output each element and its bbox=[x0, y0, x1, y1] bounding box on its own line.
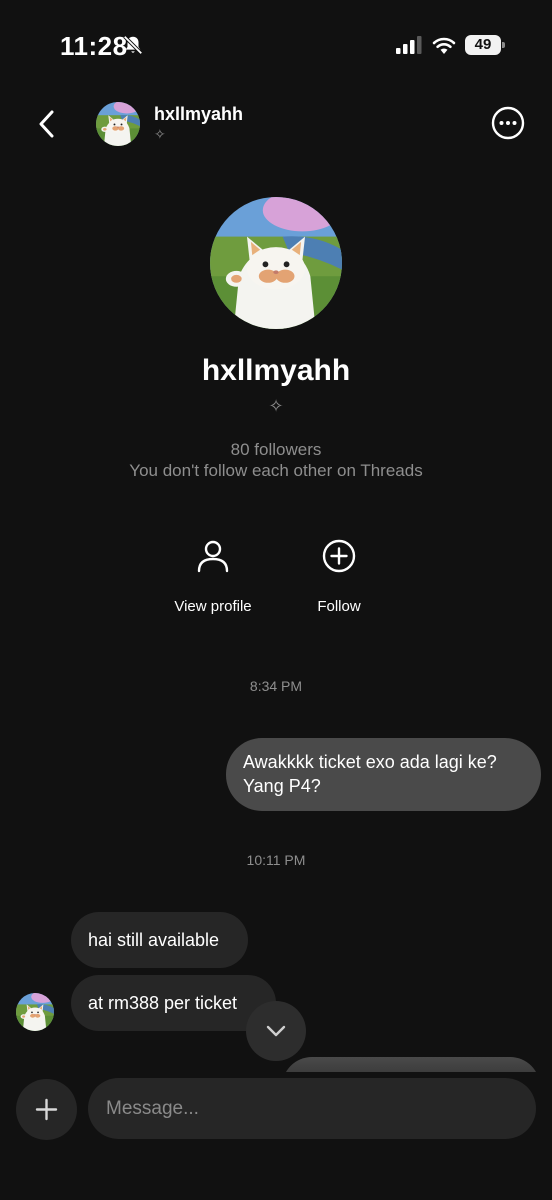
plus-circle-icon bbox=[322, 539, 356, 573]
message-timestamp: 10:11 PM bbox=[246, 852, 306, 868]
message-timestamp: 8:34 PM bbox=[249, 678, 303, 694]
header-avatar[interactable] bbox=[96, 102, 140, 146]
plus-icon bbox=[35, 1098, 58, 1121]
attach-button[interactable] bbox=[16, 1079, 77, 1140]
header-sparkle-icon: ✧ bbox=[154, 126, 166, 142]
followers-count: 80 followers bbox=[230, 440, 322, 459]
profile-sparkle-icon: ✧ bbox=[268, 396, 284, 416]
follow-button[interactable]: Follow bbox=[279, 538, 399, 615]
battery-level: 49 bbox=[465, 35, 501, 55]
header-username[interactable]: hxllmyahh bbox=[154, 104, 243, 125]
more-options-icon[interactable] bbox=[491, 106, 525, 140]
wifi-icon bbox=[432, 37, 456, 54]
person-icon bbox=[197, 540, 229, 573]
battery-icon: 49 bbox=[465, 35, 505, 55]
incoming-message[interactable]: at rm388 per ticket bbox=[71, 975, 276, 1031]
back-chevron-icon[interactable] bbox=[32, 106, 64, 142]
status-time: 11:28 bbox=[60, 31, 128, 61]
cellular-signal-icon bbox=[396, 36, 422, 54]
view-profile-button[interactable]: View profile bbox=[153, 538, 273, 615]
follow-label: Follow bbox=[317, 598, 361, 615]
incoming-message[interactable]: hai still available bbox=[71, 912, 248, 968]
dm-thread-screen: 11:28 49 hxllmyahh ✧ hxllmyahh ✧ 80 foll… bbox=[0, 0, 552, 1200]
message-input[interactable] bbox=[88, 1078, 536, 1139]
status-bar: 11:28 49 bbox=[0, 0, 552, 90]
follow-status-note: You don't follow each other on Threads bbox=[129, 461, 423, 480]
sender-avatar[interactable] bbox=[16, 993, 54, 1031]
battery-tip bbox=[502, 42, 505, 48]
chevron-down-icon bbox=[266, 1025, 286, 1037]
profile-avatar[interactable] bbox=[210, 197, 342, 329]
view-profile-label: View profile bbox=[174, 598, 252, 615]
profile-name: hxllmyahh bbox=[201, 354, 351, 387]
bell-slash-icon bbox=[123, 35, 143, 55]
scroll-to-bottom-button[interactable] bbox=[246, 1001, 306, 1061]
outgoing-message[interactable]: Awakkkk ticket exo ada lagi ke? Yang P4? bbox=[226, 738, 541, 811]
